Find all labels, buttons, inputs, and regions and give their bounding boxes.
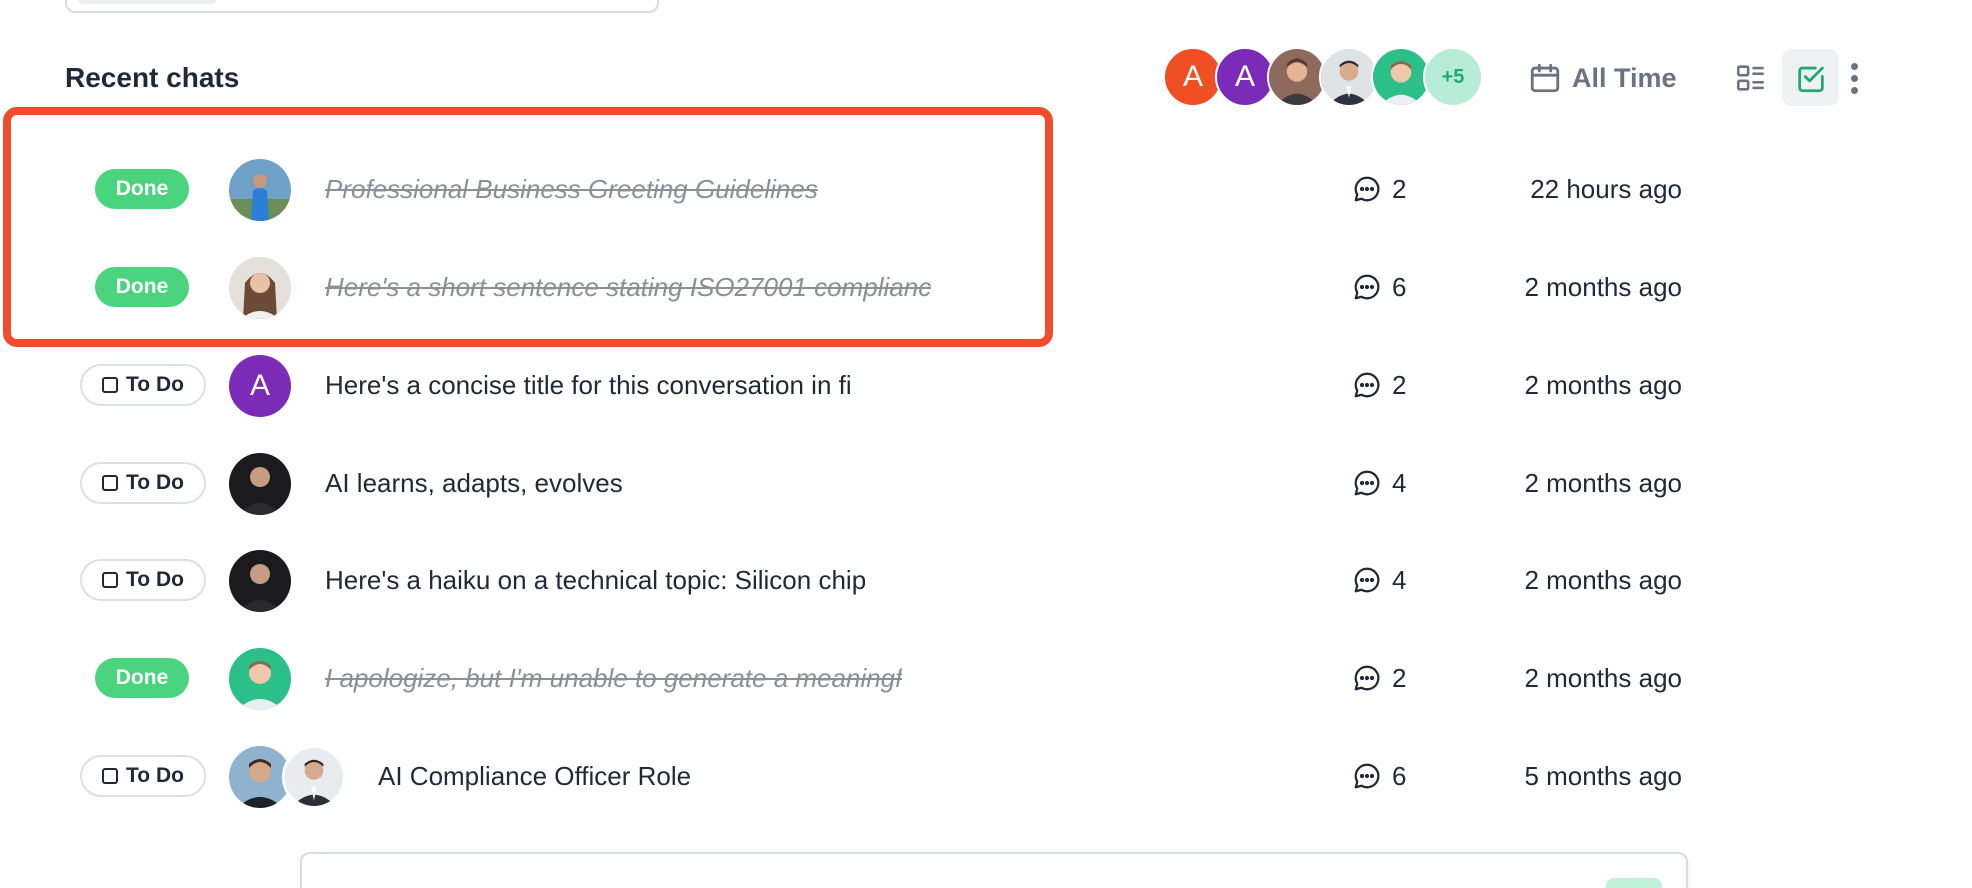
chat-input[interactable] [300,852,1688,888]
time-filter-label: All Time [1572,62,1677,93]
search-chip [77,0,217,4]
chat-title[interactable]: AI learns, adapts, evolves [325,465,623,501]
time-filter-button[interactable]: All Time [1528,56,1677,100]
chat-time: 22 hours ago [1530,174,1682,204]
status-badge-done[interactable]: Done [95,169,189,209]
send-button[interactable] [1606,878,1662,888]
person-photo-icon [229,257,291,319]
chat-row[interactable]: Done I apologize, but I'm unable to gene… [0,633,1972,723]
chat-row[interactable]: Done Here's a short sentence stating ISO… [0,242,1972,332]
chat-bubble-icon [1354,176,1380,202]
more-vertical-icon [1850,62,1858,70]
person-photo-icon [229,550,291,612]
status-badge-todo[interactable]: To Do [80,462,206,504]
message-count: 4 [1352,463,1406,503]
checkbox-icon [102,377,119,393]
message-count: 6 [1352,267,1406,307]
message-count: 2 [1352,365,1406,405]
calendar-icon [1530,63,1560,93]
chat-time: 2 months ago [1524,468,1682,498]
person-photo-icon [229,159,291,221]
list-view-icon [1736,64,1764,91]
participant-avatar[interactable]: A [1163,47,1223,107]
participant-avatar[interactable] [1371,47,1431,107]
status-badge-todo[interactable]: To Do [80,559,206,601]
checkbox-view-icon [1797,66,1824,92]
more-participants-badge[interactable]: +5 [1423,47,1483,107]
chat-avatar [229,550,291,612]
chat-time: 2 months ago [1524,565,1682,595]
chat-avatar [229,648,291,710]
chat-time: 2 months ago [1524,370,1682,400]
chat-bubble-icon [1354,665,1380,691]
chat-time: 2 months ago [1524,663,1682,693]
checkbox-icon [102,768,119,784]
chat-bubble-icon [1354,274,1380,300]
status-badge-todo[interactable]: To Do [80,364,206,406]
person-photo-icon [1373,49,1429,105]
person-photo-icon [1269,49,1325,105]
chat-title[interactable]: Here's a concise title for this conversa… [325,367,852,403]
status-badge-todo[interactable]: To Do [80,755,206,797]
chat-bubble-icon [1354,372,1380,398]
chat-bubble-icon [1354,763,1380,789]
chat-title[interactable]: Professional Business Greeting Guideline… [325,171,818,207]
chat-avatar [229,159,291,221]
list-view-button[interactable] [1722,49,1779,106]
chat-avatar: A [229,355,291,417]
status-badge-done[interactable]: Done [95,658,189,698]
message-count: 6 [1352,756,1406,796]
more-options-button[interactable] [1836,56,1872,100]
chat-title[interactable]: AI Compliance Officer Role [378,758,691,794]
chat-row[interactable]: Done Professional Business Greeting Guid… [0,144,1972,234]
person-photo-icon [1321,49,1377,105]
search-field[interactable] [65,0,659,13]
chat-title[interactable]: Here's a short sentence stating ISO27001… [325,269,931,305]
task-view-button[interactable] [1782,49,1839,106]
section-title: Recent chats [65,62,240,93]
message-count: 4 [1352,560,1406,600]
chat-row[interactable]: To Do A Here's a concise title for this … [0,340,1972,430]
chat-row[interactable]: To Do Here's a haiku on a technical topi… [0,535,1972,625]
message-count: 2 [1352,658,1406,698]
chat-bubble-icon [1354,470,1380,496]
status-badge-done[interactable]: Done [95,267,189,307]
person-photo-icon [229,453,291,515]
checkbox-icon [102,475,119,491]
chat-avatar [229,257,291,319]
person-photo-icon [229,648,291,710]
participant-avatar[interactable] [1319,47,1379,107]
chat-time: 2 months ago [1524,272,1682,302]
chat-avatar [229,453,291,515]
person-photo-icon [285,748,343,806]
participant-avatar[interactable] [1267,47,1327,107]
chat-title[interactable]: I apologize, but I'm unable to generate … [325,660,902,696]
chat-row[interactable]: To Do AI learns, adapts, evolves 4 2 mon… [0,438,1972,528]
participant-avatar[interactable]: A [1215,47,1275,107]
chat-time: 5 months ago [1524,761,1682,791]
checkbox-icon [102,572,119,588]
chat-avatar-second [282,745,346,809]
message-count: 2 [1352,169,1406,209]
chat-bubble-icon [1354,567,1380,593]
chat-title[interactable]: Here's a haiku on a technical topic: Sil… [325,562,866,598]
chat-row[interactable]: To Do AI Compliance Officer Role 6 5 mon… [0,731,1972,821]
